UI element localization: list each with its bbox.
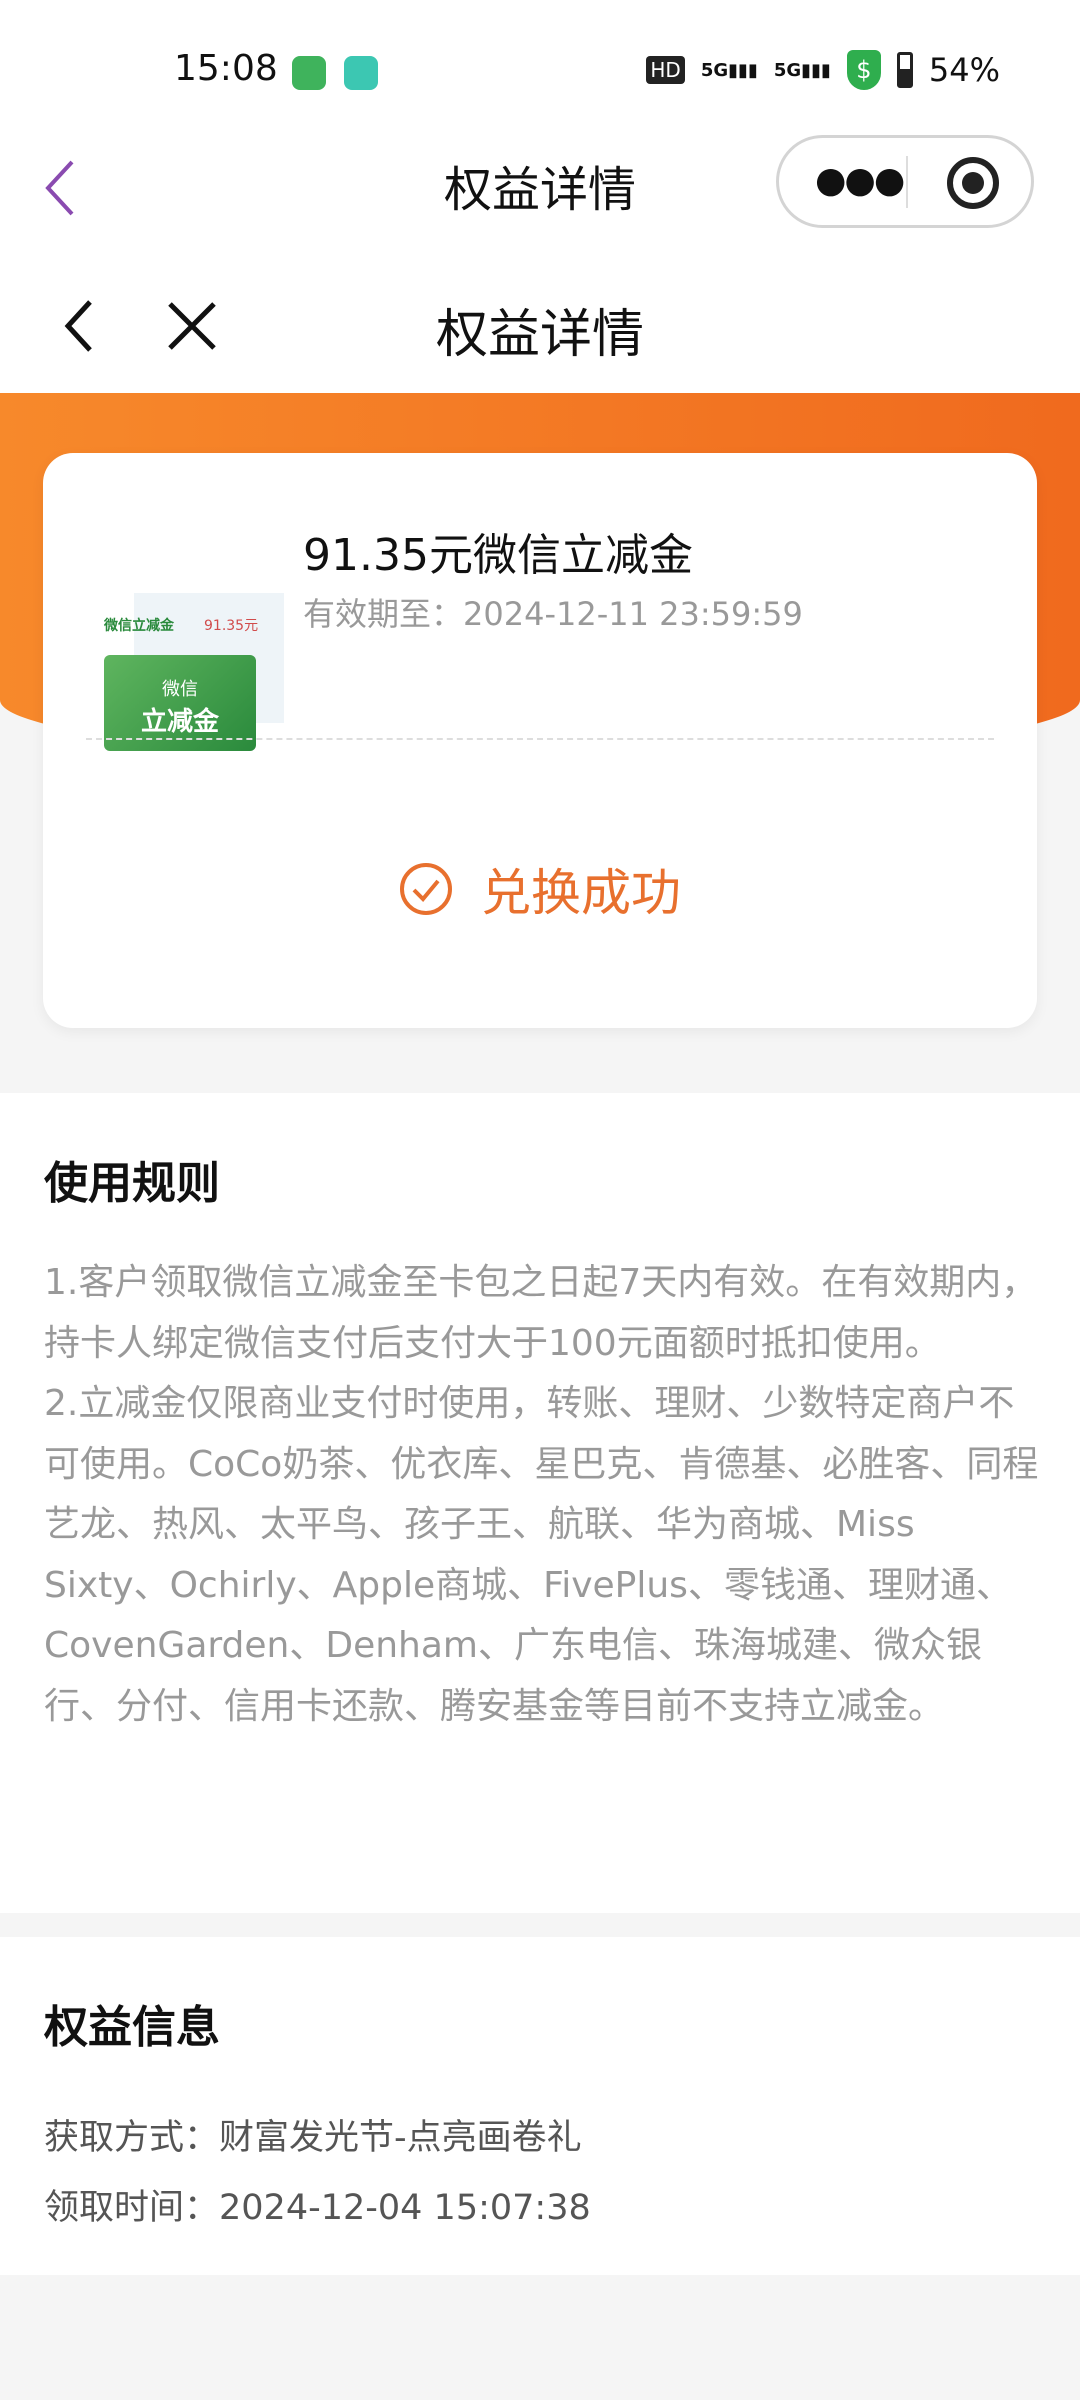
rules-section: 使用规则 1.客户领取微信立减金至卡包之日起7天内有效。在有效期内，持卡人绑定微… [0, 1093, 1080, 1913]
signal-icon: 5G▮▮▮ [700, 59, 758, 81]
capsule-menu: ●●● [776, 135, 1034, 228]
info-title: 权益信息 [44, 2002, 220, 2053]
check-circle-icon [400, 863, 452, 915]
battery-icon [896, 52, 913, 88]
message-app-icon [292, 56, 326, 90]
page-title: 权益详情 [435, 305, 644, 365]
info-method: 获取方式：财富发光节-点亮画卷礼 [44, 2118, 582, 2158]
divider [906, 156, 908, 208]
rules-text: 1.客户领取微信立减金至卡包之日起7天内有效。在有效期内，持卡人绑定微信支付后支… [44, 1262, 1039, 1727]
redeem-status: 兑换成功 [481, 864, 681, 922]
signal-2-icon: 5G▮▮▮ [773, 59, 831, 81]
close-miniprogram-icon[interactable] [947, 157, 999, 209]
page-header: 权益详情 [0, 260, 1080, 393]
chat-app-icon [344, 56, 378, 90]
benefit-thumbnail: 微信立减金 91.35元 微信 立减金 [104, 533, 284, 751]
battery-percent: 54% [928, 51, 1000, 89]
hd-icon: HD [646, 56, 685, 84]
rules-title: 使用规则 [44, 1158, 220, 1209]
divider [86, 738, 994, 740]
info-time: 领取时间：2024-12-04 15:07:38 [44, 2188, 591, 2228]
thumb-label: 微信立减金 [104, 618, 174, 634]
benefit-card: 微信立减金 91.35元 微信 立减金 91.35元微信立减金 有效期至：202… [43, 453, 1037, 1028]
info-section: 权益信息 获取方式：财富发光节-点亮画卷礼 领取时间：2024-12-04 15… [0, 1937, 1080, 2275]
more-icon[interactable]: ●●● [815, 160, 905, 201]
benefit-expiry: 有效期至：2024-12-11 23:59:59 [303, 595, 803, 633]
status-row: 兑换成功 [43, 853, 1037, 925]
status-icons: HD 5G▮▮▮ 5G▮▮▮ $ 54% [646, 50, 1000, 90]
thumb-amount: 91.35元 [204, 618, 259, 634]
status-time: 15:08 [174, 48, 278, 89]
thumb-card: 微信 立减金 [104, 655, 256, 751]
status-bar: 15:08 HD 5G▮▮▮ 5G▮▮▮ $ 54% [0, 0, 1080, 140]
security-shield-icon: $ [846, 50, 881, 90]
benefit-name: 91.35元微信立减金 [303, 530, 693, 581]
